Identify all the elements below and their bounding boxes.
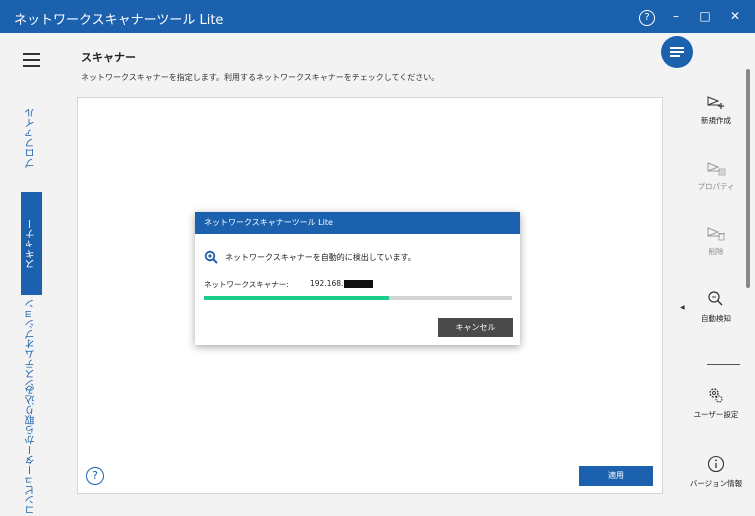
title-bar: ネットワークスキャナーツール Lite ? – □ ✕ <box>0 0 755 33</box>
toolbar-label: ユーザー設定 <box>693 410 739 419</box>
toolbar-divider <box>707 364 740 365</box>
toolbar-label: 自動検知 <box>701 314 731 323</box>
hamburger-menu-icon[interactable] <box>23 53 40 67</box>
nav-item-profile[interactable]: プロファイル <box>21 93 42 183</box>
page-description: ネットワークスキャナーを指定します。利用するネットワークスキャナーをチェックして… <box>81 73 440 82</box>
nav-item-label: プロファイル <box>26 108 37 168</box>
detection-dialog: ネットワークスキャナーツール Lite ネットワークスキャナーを自動的に検出して… <box>195 212 520 345</box>
nav-item-label: コンピューターから取り込み <box>26 385 37 515</box>
new-scanner-icon <box>707 96 724 109</box>
delete-button[interactable]: 削除 <box>677 223 755 257</box>
apply-button[interactable]: 適用 <box>579 466 653 486</box>
cancel-button[interactable]: キャンセル <box>438 318 513 337</box>
scanner-ip-prefix: 192.168. <box>310 279 344 288</box>
help-icon[interactable]: ? <box>86 467 104 485</box>
ip-redaction <box>344 279 374 288</box>
nav-item-scanner[interactable]: スキャナー <box>21 192 42 295</box>
page-title: スキャナー <box>81 51 136 64</box>
info-icon <box>707 455 725 473</box>
auto-detect-icon <box>708 291 723 306</box>
toolbar-menu-icon[interactable] <box>661 36 693 68</box>
version-info-button[interactable]: バージョン情報 <box>677 455 755 489</box>
help-circle-icon: ? <box>639 10 655 26</box>
properties-button[interactable]: プロパティ <box>677 158 755 192</box>
progress-bar <box>204 296 512 300</box>
scanner-ip: 192.168. <box>310 279 374 288</box>
toolbar-label: 新規作成 <box>701 116 731 125</box>
properties-icon <box>707 162 726 176</box>
search-icon <box>204 250 218 264</box>
user-settings-icon <box>709 388 723 403</box>
toolbar-label: プロパティ <box>697 182 735 191</box>
minimize-button[interactable]: – <box>665 6 687 26</box>
new-button[interactable]: 新規作成 <box>677 92 755 126</box>
dialog-title: ネットワークスキャナーツール Lite <box>195 212 520 234</box>
nav-item-label: システムオプション <box>26 299 37 389</box>
delete-icon <box>707 227 725 241</box>
app-title: ネットワークスキャナーツール Lite <box>14 13 224 28</box>
scanner-label: ネットワークスキャナー: <box>204 280 289 289</box>
dialog-message: ネットワークスキャナーを自動的に検出しています。 <box>225 253 416 262</box>
user-settings-button[interactable]: ユーザー設定 <box>677 386 755 420</box>
auto-detect-button[interactable]: 自動検知 <box>677 290 755 324</box>
nav-item-label: スキャナー <box>26 218 37 269</box>
toolbar-label: 削除 <box>708 247 724 256</box>
help-button[interactable]: ? <box>636 6 658 26</box>
close-button[interactable]: ✕ <box>724 6 746 26</box>
progress-fill <box>204 296 389 300</box>
maximize-button[interactable]: □ <box>694 6 716 26</box>
left-nav: プロファイル スキャナー システムオプション コンピューターから取り込み <box>0 33 63 516</box>
nav-item-import-from-computer[interactable]: コンピューターから取り込み <box>21 385 42 515</box>
toolbar-label: バージョン情報 <box>689 479 743 488</box>
nav-item-system-options[interactable]: システムオプション <box>21 299 42 389</box>
